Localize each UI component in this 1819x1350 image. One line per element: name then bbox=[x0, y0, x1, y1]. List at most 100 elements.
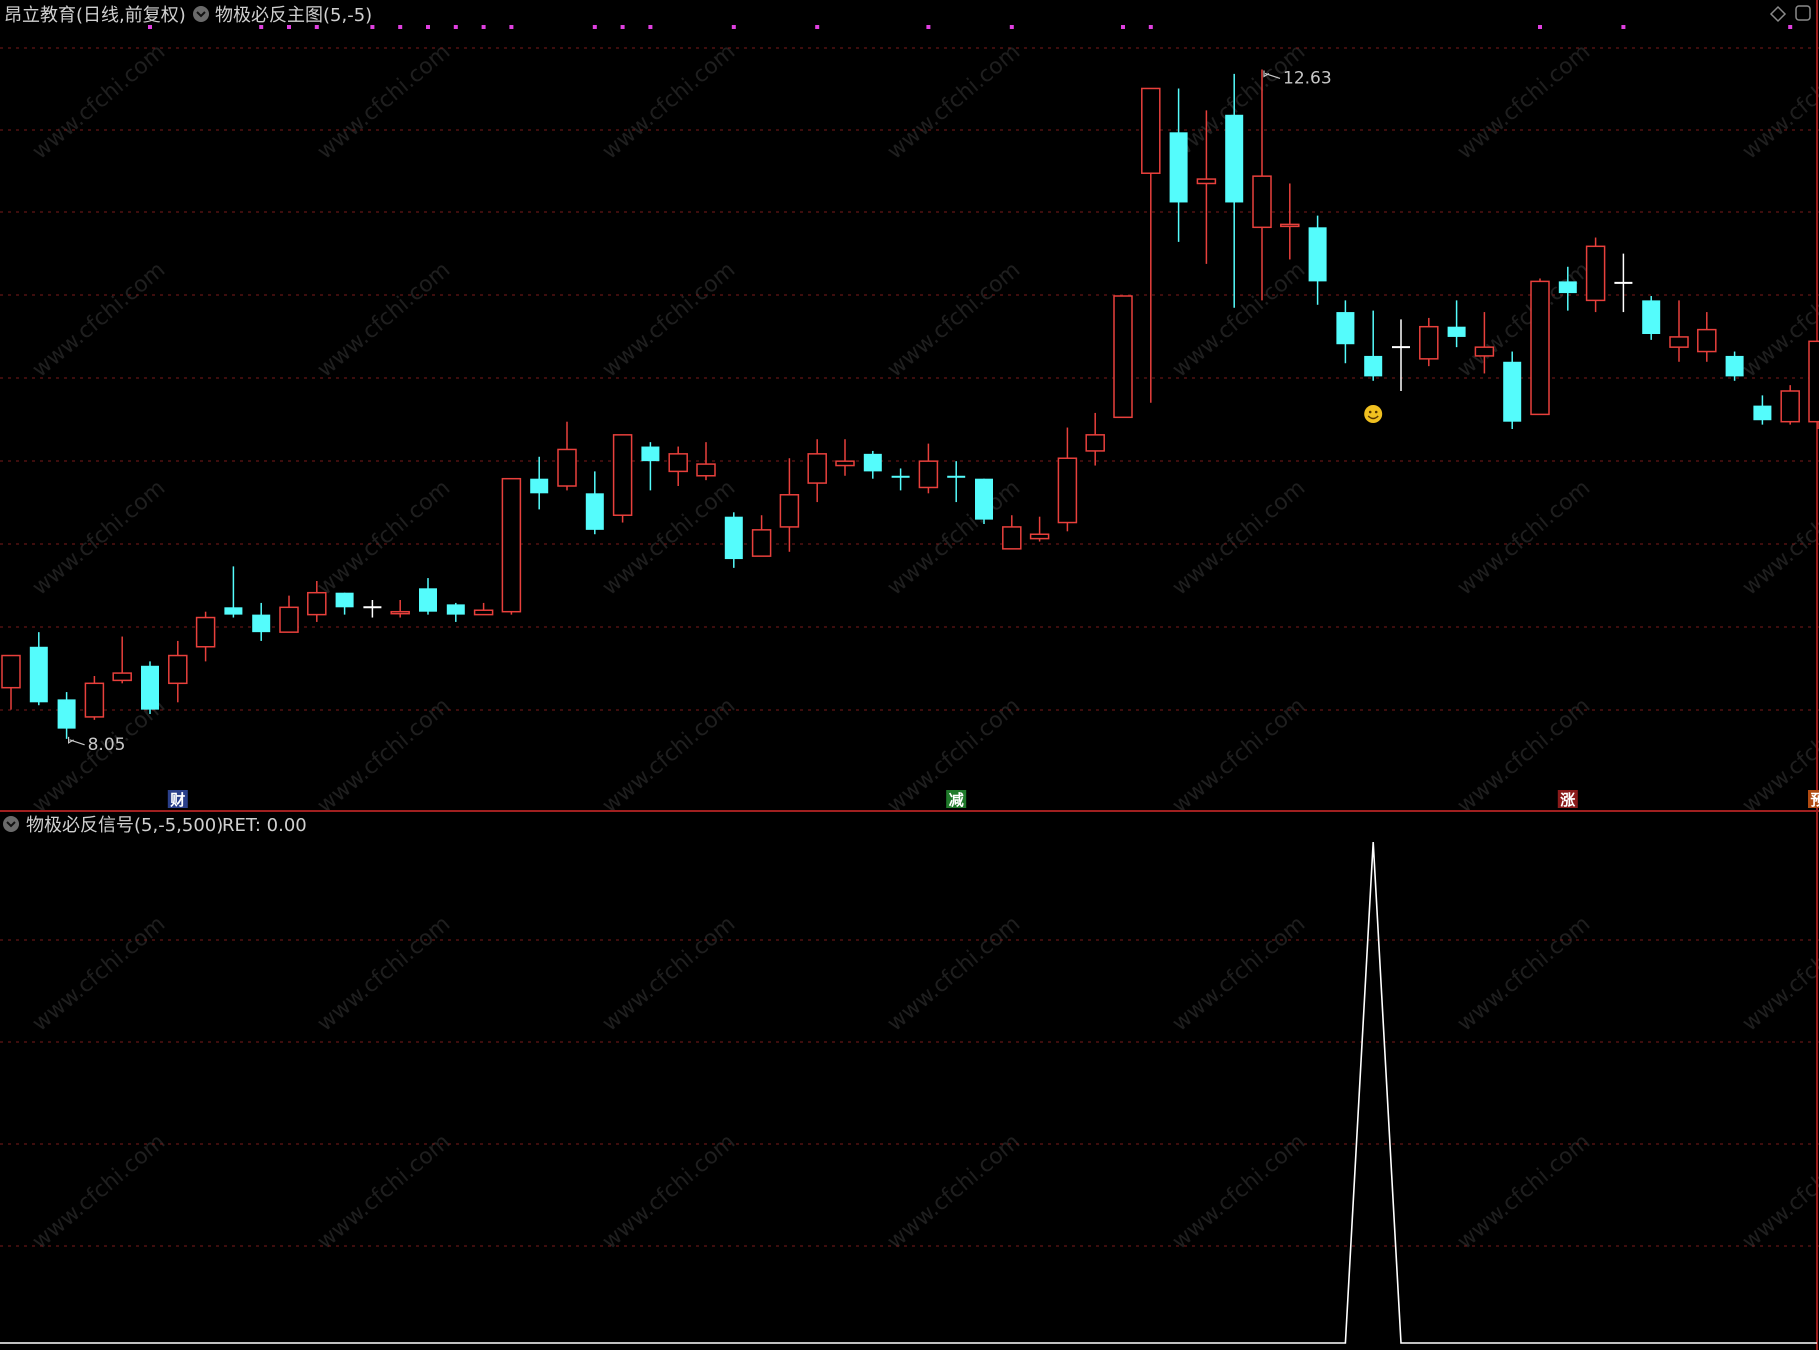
signal-dot bbox=[453, 25, 458, 29]
candle-body bbox=[1419, 325, 1439, 360]
candle[interactable] bbox=[1585, 237, 1606, 313]
candle[interactable] bbox=[1780, 385, 1800, 425]
candle-body bbox=[1280, 223, 1300, 228]
signal-tag: 减 bbox=[946, 790, 967, 809]
candle[interactable] bbox=[612, 434, 633, 523]
candle-body bbox=[1, 654, 21, 689]
background bbox=[0, 0, 1819, 1350]
candle[interactable] bbox=[1725, 351, 1744, 381]
candle-body bbox=[390, 610, 410, 615]
candle-body bbox=[1530, 280, 1550, 416]
candle-body bbox=[1697, 328, 1717, 353]
candle[interactable] bbox=[141, 661, 159, 714]
candle-body bbox=[195, 616, 216, 648]
candle-body bbox=[1225, 114, 1244, 203]
signal-dot bbox=[648, 25, 653, 29]
candle-body bbox=[668, 453, 688, 473]
candle-body bbox=[530, 478, 549, 494]
signal-dot bbox=[509, 25, 514, 29]
candle-body bbox=[947, 475, 966, 478]
candle-body bbox=[335, 592, 354, 608]
candle-body bbox=[612, 434, 633, 516]
candle-body bbox=[29, 646, 48, 703]
candle-body bbox=[307, 591, 327, 616]
candle-body bbox=[501, 477, 522, 613]
candle-body bbox=[446, 604, 465, 615]
candle-body bbox=[168, 654, 188, 685]
candle[interactable] bbox=[1503, 351, 1522, 429]
candle-body bbox=[1753, 405, 1772, 421]
candle-body bbox=[1029, 533, 1050, 540]
candle-body bbox=[1308, 227, 1327, 282]
signal-dot bbox=[1788, 25, 1793, 29]
signal-dot bbox=[620, 25, 625, 29]
candle[interactable] bbox=[975, 478, 993, 524]
candle-body bbox=[918, 460, 939, 489]
signal-dot bbox=[592, 25, 597, 29]
candle-body bbox=[1447, 326, 1466, 337]
signal-dot bbox=[398, 25, 403, 29]
candle[interactable] bbox=[1113, 295, 1133, 419]
candle-body bbox=[1196, 178, 1217, 185]
signal-dot bbox=[1538, 25, 1542, 29]
candle[interactable] bbox=[501, 477, 522, 615]
signal-tag: 财 bbox=[167, 790, 188, 809]
candle-body bbox=[1503, 361, 1522, 422]
candle-body bbox=[641, 446, 660, 462]
candle-body bbox=[1364, 355, 1383, 377]
candle-body bbox=[835, 460, 855, 467]
candle-body bbox=[84, 682, 105, 718]
annotation-label: 12.63 bbox=[1283, 68, 1332, 88]
candle-body bbox=[1808, 340, 1819, 423]
main-title: 昂立教育(日线,前复权) bbox=[4, 5, 186, 26]
candle-body bbox=[751, 529, 772, 557]
sub-header: 物极必反信号(5,-5,500) RET: 0.00 bbox=[3, 815, 307, 836]
signal-dot bbox=[1009, 25, 1014, 29]
signal-tag-label: 预 bbox=[1810, 791, 1819, 809]
signal-tag-label: 涨 bbox=[1560, 791, 1575, 809]
candle-body bbox=[1141, 87, 1161, 174]
candle-body bbox=[1725, 355, 1744, 377]
candle-body bbox=[1113, 295, 1133, 419]
main-indicator-toggle[interactable] bbox=[193, 6, 209, 22]
signal-tag: 预 bbox=[1808, 790, 1819, 809]
candle-body bbox=[141, 665, 159, 710]
signal-dot bbox=[1121, 25, 1125, 29]
signal-dot bbox=[731, 25, 736, 29]
candle-body bbox=[1252, 175, 1272, 229]
candle-body bbox=[1474, 346, 1495, 357]
candle[interactable] bbox=[1530, 278, 1550, 416]
sub-indicator-toggle[interactable] bbox=[3, 816, 19, 832]
ret-value-label: RET: 0.00 bbox=[222, 815, 307, 836]
candle-body bbox=[57, 699, 76, 729]
candle-body bbox=[807, 453, 827, 484]
candle-body bbox=[1057, 457, 1078, 524]
candle-body bbox=[975, 478, 993, 520]
candle-body bbox=[779, 494, 800, 528]
chevron-down-icon[interactable] bbox=[193, 6, 209, 22]
signal-dot bbox=[1621, 25, 1626, 29]
candle-body bbox=[1669, 336, 1689, 348]
candle-body bbox=[473, 609, 494, 616]
signal-tag: 涨 bbox=[1557, 790, 1578, 809]
candle-body bbox=[1780, 390, 1800, 423]
candle[interactable] bbox=[1808, 340, 1819, 429]
chevron-down-icon[interactable] bbox=[3, 816, 19, 832]
smiley-eye bbox=[1374, 410, 1378, 414]
candle[interactable] bbox=[1642, 296, 1661, 340]
candle-body bbox=[1085, 434, 1105, 452]
candle-body bbox=[224, 607, 243, 615]
candle-body bbox=[1642, 300, 1661, 334]
signal-dot bbox=[426, 25, 430, 29]
candle-body bbox=[252, 614, 271, 633]
candle-body bbox=[419, 588, 437, 612]
signal-dot bbox=[1148, 25, 1153, 29]
candle[interactable] bbox=[84, 676, 105, 720]
signal-dot bbox=[481, 25, 486, 29]
signal-tag-label: 减 bbox=[949, 791, 964, 809]
candle-body bbox=[891, 475, 910, 478]
candle-body bbox=[1558, 281, 1577, 294]
smiley-icon bbox=[1364, 405, 1383, 423]
chart-canvas[interactable]: www.cfchi.com www.cfchi.com www.cfchi.com w… bbox=[0, 0, 1819, 1350]
candle-body bbox=[112, 672, 132, 682]
